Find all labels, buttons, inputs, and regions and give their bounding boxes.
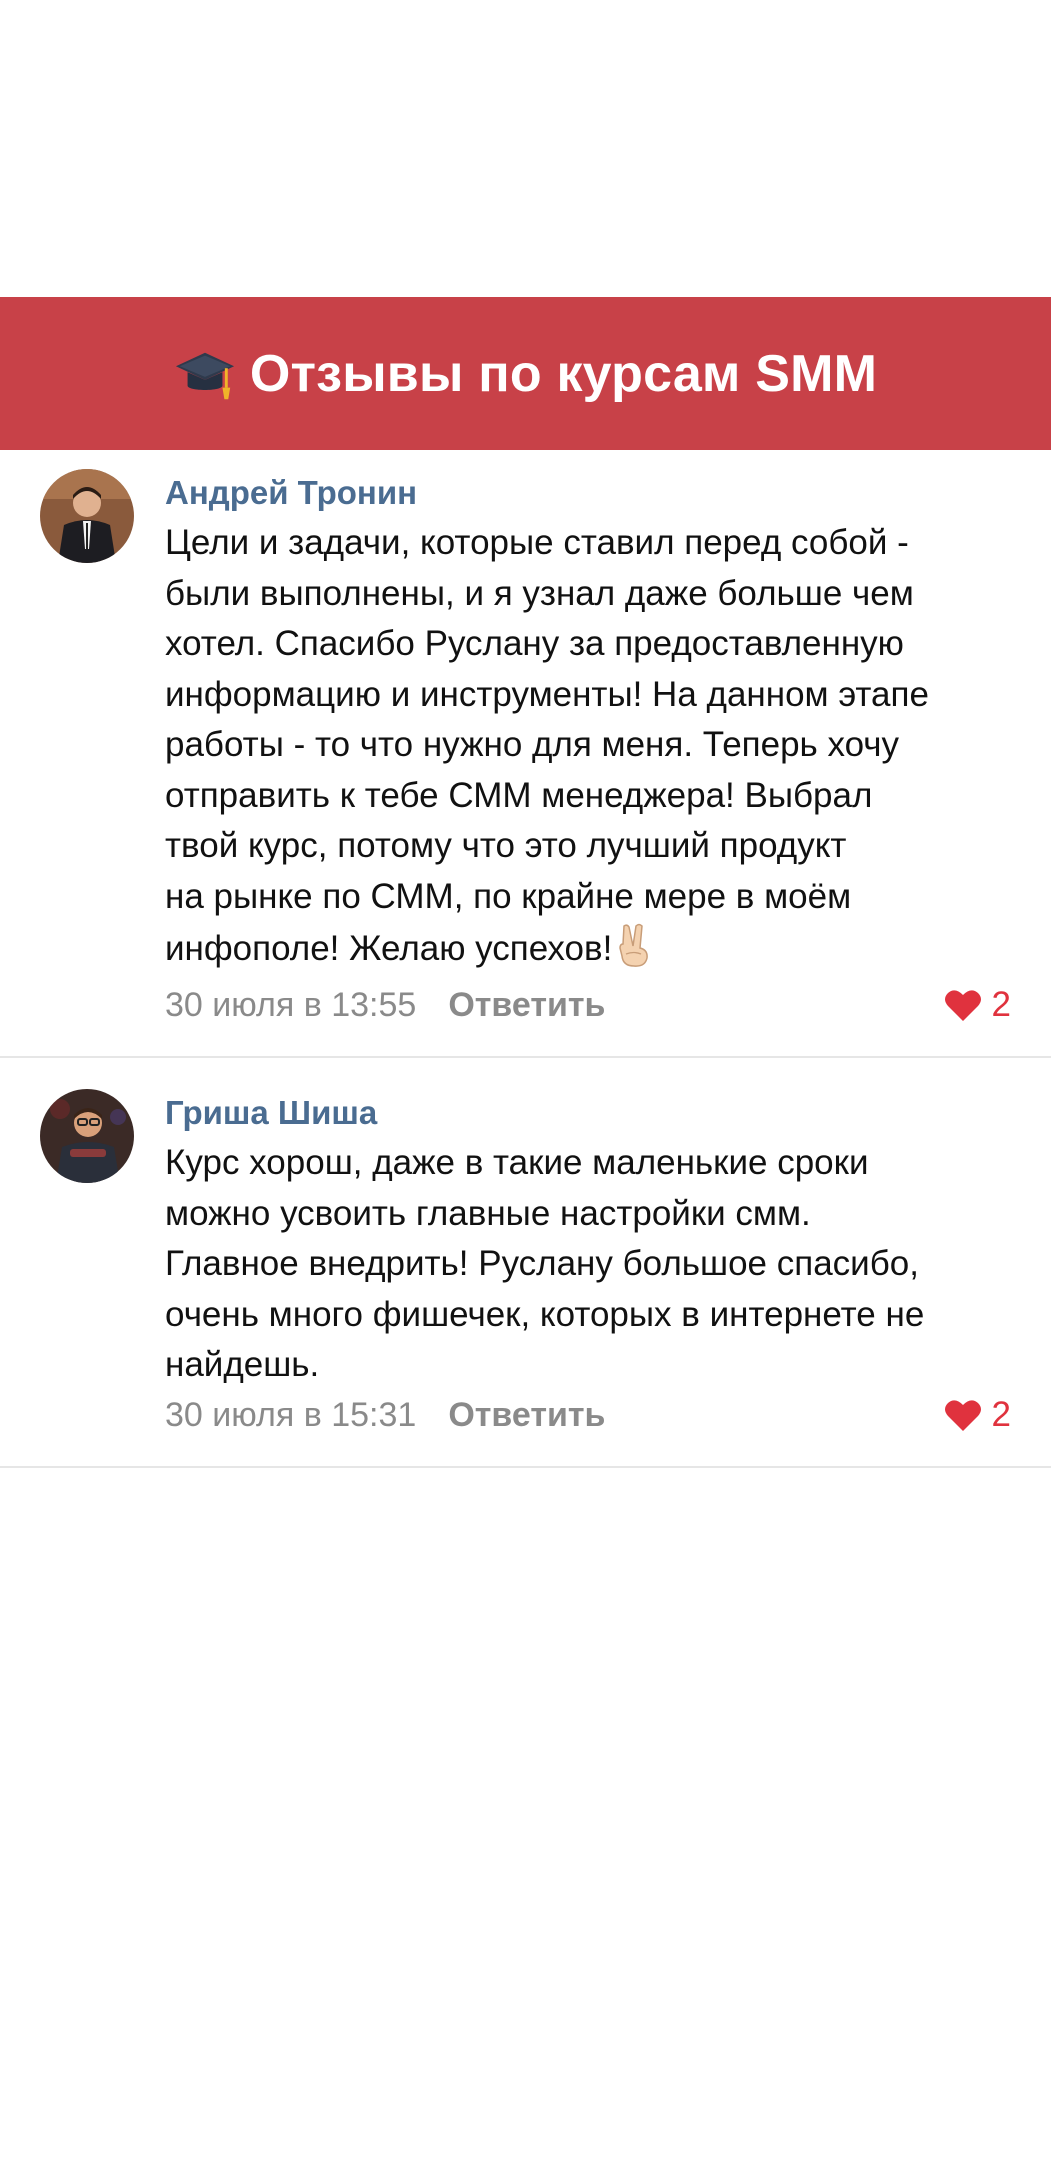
like-button[interactable]: 2 xyxy=(944,1395,1011,1435)
page-title: Отзывы по курсам SMM xyxy=(249,344,878,403)
comment-text-content: Цели и задачи, которые ставил перед собо… xyxy=(165,523,929,968)
heart-icon xyxy=(944,1400,981,1431)
avatar[interactable] xyxy=(40,469,134,563)
comment-body: Андрей Тронин Цели и задачи, которые ста… xyxy=(165,473,1021,975)
like-button[interactable]: 2 xyxy=(944,985,1011,1025)
comment-meta: 30 июля в 13:55 Ответить 2 xyxy=(165,980,1011,1030)
like-count: 2 xyxy=(991,985,1011,1024)
comment-author[interactable]: Гриша Шиша xyxy=(165,1093,1021,1133)
reply-button[interactable]: Ответить xyxy=(448,986,605,1025)
divider xyxy=(0,1466,1051,1468)
comment-body: Гриша Шиша Курс хорош, даже в такие мале… xyxy=(165,1093,1021,1391)
divider xyxy=(0,1056,1051,1058)
graduation-cap-icon xyxy=(175,352,234,399)
reply-button[interactable]: Ответить xyxy=(448,1396,605,1435)
heart-icon xyxy=(944,990,981,1021)
page-header: Отзывы по курсам SMM xyxy=(0,297,1051,450)
like-count: 2 xyxy=(991,1395,1011,1434)
comment-text: Курс хорош, даже в такие маленькие сроки… xyxy=(165,1143,925,1384)
comment-author[interactable]: Андрей Тронин xyxy=(165,473,1021,513)
victory-hand-icon xyxy=(619,923,649,967)
comment-time: 30 июля в 15:31 xyxy=(165,1395,417,1434)
comment-time: 30 июля в 13:55 xyxy=(165,985,417,1024)
header-content: Отзывы по курсам SMM xyxy=(174,343,877,405)
avatar[interactable] xyxy=(40,1089,134,1183)
comment-meta: 30 июля в 15:31 Ответить 2 xyxy=(165,1390,1011,1440)
comment-text: Цели и задачи, которые ставил перед собо… xyxy=(165,518,1021,975)
